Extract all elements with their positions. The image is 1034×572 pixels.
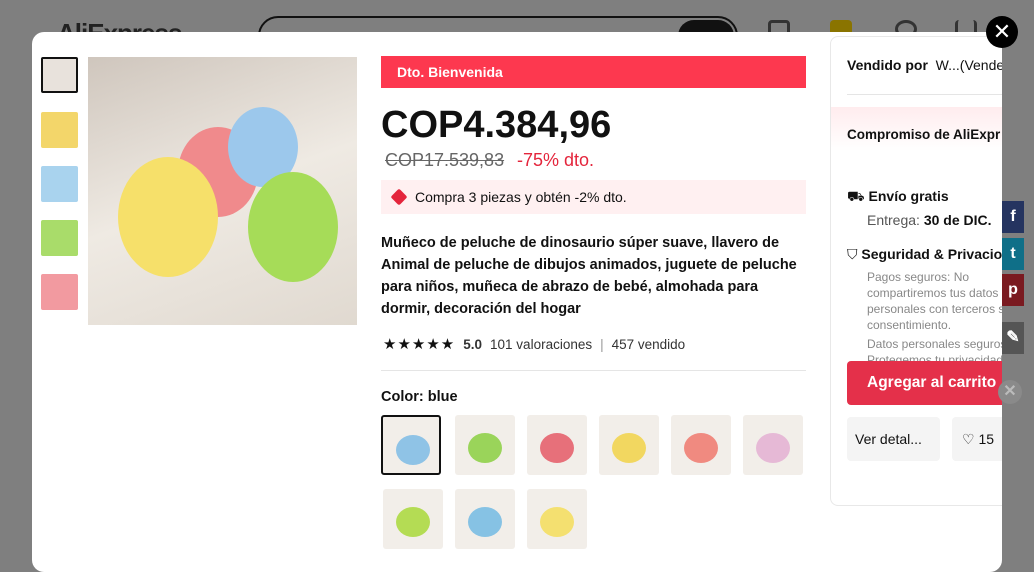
color-swatch[interactable] [671, 415, 731, 475]
security-row: ⛉ Seguridad & Privacio [847, 246, 1002, 263]
thumbnail[interactable] [41, 166, 78, 202]
swatch-image [684, 433, 718, 463]
delivery-label: Entrega: [867, 212, 920, 228]
discount-percent: -75% dto. [517, 150, 595, 170]
twitter-share-icon[interactable]: t [1002, 238, 1024, 270]
sold-by-label: Vendido por [847, 57, 928, 73]
product-title: Muñeco de peluche de dinosaurio súper su… [381, 235, 797, 317]
rating-value: 5.0 [463, 336, 483, 352]
swatch-image [540, 433, 574, 463]
edit-icon[interactable]: ✎ [1002, 322, 1024, 354]
shield-icon: ⛉ [847, 246, 858, 262]
sold-count: 457 vendido [611, 336, 686, 352]
coupon-text: Compra 3 piezas y obtén -2% dto. [415, 189, 627, 205]
shipping-row: ⛟ Envío gratis [847, 188, 949, 207]
pinterest-share-icon[interactable]: p [1002, 274, 1024, 306]
thumbnail[interactable] [41, 274, 78, 310]
thumbnail[interactable] [41, 112, 78, 148]
star-rating-icon: ★★★★★ [383, 336, 456, 353]
color-swatch[interactable] [743, 415, 803, 475]
color-swatch[interactable] [599, 415, 659, 475]
close-share-icon[interactable]: ✕ [998, 380, 1022, 404]
welcome-discount-badge: Dto. Bienvenida [381, 56, 806, 88]
security-heading: Seguridad & Privacio [861, 246, 1002, 262]
color-swatch[interactable] [381, 415, 441, 475]
swatch-image [396, 507, 430, 537]
commitment-heading: Compromiso de AliExpr [831, 107, 1002, 151]
color-swatch[interactable] [527, 415, 587, 475]
seller-name[interactable]: W...(Vende [936, 57, 1002, 73]
swatch-image [612, 433, 646, 463]
current-price: COP4.384,96 [381, 104, 612, 146]
truck-icon: ⛟ [847, 188, 865, 204]
swatch-image [396, 435, 430, 465]
add-to-cart-button[interactable]: Agregar al carrito [847, 361, 1002, 405]
tag-icon [390, 188, 408, 206]
product-image[interactable] [88, 57, 357, 325]
view-details-button[interactable]: Ver detal... [847, 417, 940, 461]
swatch-image [468, 507, 502, 537]
delivery-date: 30 de DIC. [923, 212, 992, 228]
color-swatch[interactable] [455, 415, 515, 475]
reviews-link[interactable]: 101 valoraciones [490, 337, 592, 352]
thumbnail[interactable] [41, 57, 78, 93]
bundle-coupon[interactable]: Compra 3 piezas y obtén -2% dto. [381, 180, 806, 214]
color-swatch[interactable] [527, 489, 587, 549]
divider [381, 370, 806, 371]
free-shipping: Envío gratis [868, 188, 949, 204]
swatch-image [540, 507, 574, 537]
security-text-1: Pagos seguros: No compartiremos tus dato… [867, 270, 1002, 332]
thumbnail[interactable] [41, 220, 78, 256]
close-modal-button[interactable]: ✕ [986, 16, 1018, 48]
swatch-image [756, 433, 790, 463]
color-swatch[interactable] [383, 489, 443, 549]
wishlist-button[interactable]: ♡ 15 [952, 417, 1002, 461]
wishlist-count: 15 [978, 431, 995, 447]
delivery-row: Entrega: 30 de DIC. [867, 212, 992, 228]
rating-row: ★★★★★ 5.0 101 valoraciones | 457 vendido [383, 336, 686, 353]
purchase-panel: Vendido por W...(Vende Compromiso de Ali… [830, 36, 1002, 506]
color-swatch[interactable] [455, 489, 515, 549]
heart-icon: ♡ [962, 431, 975, 447]
seller-info: Vendido por W...(Vende [847, 57, 1002, 73]
swatch-image [468, 433, 502, 463]
facebook-share-icon[interactable]: f [1002, 201, 1024, 233]
original-price: COP17.539,83 [385, 150, 505, 170]
quick-view-modal: Dto. Bienvenida COP4.384,96 COP17.539,83… [32, 32, 1002, 572]
color-label: Color: blue [381, 389, 458, 405]
